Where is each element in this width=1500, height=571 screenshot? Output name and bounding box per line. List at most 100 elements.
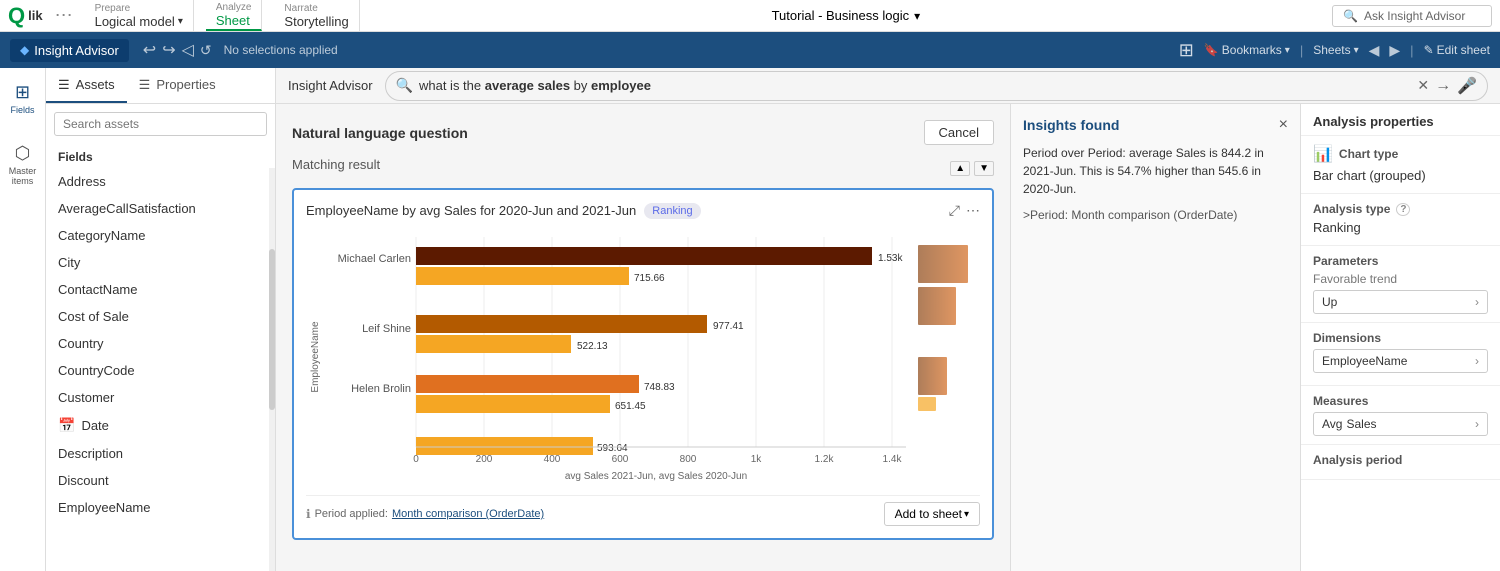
toolbar-refresh-btn[interactable]: ↺	[200, 42, 212, 59]
cancel-btn[interactable]: Cancel	[924, 120, 994, 145]
toolbar2: ◆ Insight Advisor ↩ ↪ ◁ ↺ No selections …	[0, 32, 1500, 68]
top-nav: Q lik ⋯ Prepare Logical model ▾ Analyze …	[0, 0, 1500, 32]
ia-search-text[interactable]: what is the average sales by employee	[419, 78, 1411, 93]
chart-footer: ℹ Period applied: Month comparison (Orde…	[306, 495, 980, 526]
dimension-row[interactable]: EmployeeName ›	[1313, 349, 1488, 373]
nav-dots-btn[interactable]: ⋯	[55, 5, 73, 26]
dimensions-label: Dimensions	[1313, 331, 1488, 345]
sheets-dropdown-icon: ▾	[1354, 45, 1359, 56]
grid-view-btn[interactable]: ⊞	[1179, 40, 1194, 61]
field-name-contact: ContactName	[58, 282, 137, 297]
chart-expand-btn[interactable]: ⤢	[949, 202, 960, 219]
prepare-label: Prepare	[95, 3, 183, 14]
scroll-down-btn[interactable]: ▼	[974, 161, 994, 176]
chart-card: EmployeeName by avg Sales for 2020-Jun a…	[292, 188, 994, 540]
field-name-city: City	[58, 255, 80, 270]
qlik-logo: Q lik	[8, 5, 43, 27]
svg-text:1.53k: 1.53k	[878, 253, 903, 264]
analyze-section[interactable]: Analyze Sheet	[206, 0, 263, 31]
list-item[interactable]: Address	[46, 168, 275, 195]
chart-type-section: 📊 Chart type Bar chart (grouped)	[1301, 136, 1500, 194]
assets-tab-label: Assets	[76, 77, 115, 92]
title-dropdown-icon: ▾	[914, 9, 920, 23]
edit-sheet-label: Edit sheet	[1437, 43, 1490, 57]
center-title-text: Tutorial - Business logic	[772, 8, 910, 23]
chart-area: Natural language question Cancel Matchin…	[276, 104, 1010, 571]
period-applied-value[interactable]: Month comparison (OrderDate)	[392, 508, 544, 520]
parameters-label: Parameters	[1313, 254, 1488, 268]
svg-text:EmployeeName: EmployeeName	[310, 321, 321, 393]
ia-submit-btn[interactable]: →	[1435, 77, 1451, 95]
assets-search	[46, 104, 275, 144]
list-item[interactable]: 📅 Date	[46, 411, 275, 440]
edit-sheet-btn[interactable]: ✎ Edit sheet	[1424, 43, 1490, 57]
assets-tab[interactable]: ☰ Assets	[46, 68, 127, 103]
main-layout: ⊞ Fields ⬡ Master items ☰ Assets ☰ Prope…	[0, 68, 1500, 571]
field-name-costofsale: Cost of Sale	[58, 309, 129, 324]
insights-close-btn[interactable]: ×	[1279, 116, 1288, 134]
prepare-section[interactable]: Prepare Logical model ▾	[85, 0, 194, 31]
ask-insight-btn[interactable]: 🔍 Ask Insight Advisor	[1332, 5, 1492, 27]
properties-tab-icon: ☰	[139, 77, 151, 93]
insights-title: Insights found	[1023, 117, 1119, 133]
ask-insight-label: Ask Insight Advisor	[1364, 9, 1465, 23]
fields-section-label: Fields	[46, 144, 275, 168]
analysis-period-section: Analysis period	[1301, 445, 1500, 480]
sidebar-master-items-btn[interactable]: ⬡ Master items	[0, 137, 45, 192]
sidebar-fields-btn[interactable]: ⊞ Fields	[6, 76, 38, 121]
measure-row[interactable]: Avg Sales ›	[1313, 412, 1488, 436]
add-dropdown-icon: ▾	[964, 509, 969, 520]
field-name-countrycode: CountryCode	[58, 363, 135, 378]
toolbar-undo-btn[interactable]: ↩	[143, 40, 156, 60]
ia-search-bar: 🔍 what is the average sales by employee …	[385, 71, 1488, 101]
insights-panel: Insights found × Period over Period: ave…	[1010, 104, 1300, 571]
insight-advisor-nav-btn[interactable]: ◆ Insight Advisor	[10, 39, 129, 62]
scroll-up-btn[interactable]: ▲	[950, 161, 970, 176]
left-sidebar: ⊞ Fields ⬡ Master items	[0, 68, 46, 571]
list-item[interactable]: Discount	[46, 467, 275, 494]
search-assets-input[interactable]	[54, 112, 267, 136]
favorable-trend-dropdown[interactable]: Up ›	[1313, 290, 1488, 314]
chart-more-btn[interactable]: ⋯	[966, 202, 980, 219]
list-item[interactable]: AverageCallSatisfaction	[46, 195, 275, 222]
ia-mic-btn[interactable]: 🎤	[1457, 76, 1477, 96]
nlq-title: Natural language question	[292, 125, 468, 141]
bar-chart-wrapper: EmployeeName Michael Carlen	[306, 227, 980, 487]
list-item[interactable]: Customer	[46, 384, 275, 411]
svg-text:400: 400	[544, 454, 561, 465]
insights-period-link[interactable]: >Period: Month comparison (OrderDate)	[1023, 206, 1288, 224]
properties-tab[interactable]: ☰ Properties	[127, 68, 228, 103]
help-icon[interactable]: ?	[1396, 203, 1410, 216]
center-title-btn[interactable]: Tutorial - Business logic ▾	[772, 8, 921, 23]
nav-prev-btn[interactable]: ◀	[1369, 42, 1380, 59]
list-item[interactable]: CategoryName	[46, 222, 275, 249]
period-applied: ℹ Period applied: Month comparison (Orde…	[306, 507, 544, 521]
list-item[interactable]: CountryCode	[46, 357, 275, 384]
bookmarks-btn[interactable]: 🔖 Bookmarks ▾	[1204, 43, 1290, 57]
sheets-btn[interactable]: Sheets ▾	[1313, 43, 1358, 57]
toolbar-redo-btn[interactable]: ↪	[162, 40, 175, 60]
period-applied-label: Period applied:	[315, 508, 388, 520]
list-item[interactable]: EmployeeName	[46, 494, 275, 521]
assets-tab-icon: ☰	[58, 77, 70, 93]
list-item[interactable]: Cost of Sale	[46, 303, 275, 330]
toolbar-back-btn[interactable]: ◁	[182, 40, 194, 60]
narrate-section[interactable]: Narrate Storytelling	[274, 0, 359, 31]
list-item[interactable]: Description	[46, 440, 275, 467]
bookmarks-label: Bookmarks	[1222, 43, 1282, 57]
ranking-badge: Ranking	[644, 203, 700, 219]
nav-next-btn[interactable]: ▶	[1389, 42, 1400, 59]
field-name-date: Date	[81, 418, 108, 433]
add-to-sheet-btn[interactable]: Add to sheet ▾	[884, 502, 980, 526]
sheets-label: Sheets	[1313, 43, 1350, 57]
matching-result-label: Matching result	[292, 157, 380, 172]
field-name-category: CategoryName	[58, 228, 145, 243]
assets-panel: ☰ Assets ☰ Properties Fields Address Ave…	[46, 68, 276, 571]
list-item[interactable]: City	[46, 249, 275, 276]
pencil-icon: ✎	[1424, 43, 1434, 57]
bar-chart-svg: EmployeeName Michael Carlen	[306, 227, 916, 487]
field-name-address: Address	[58, 174, 106, 189]
ia-clear-btn[interactable]: ✕	[1417, 77, 1429, 94]
list-item[interactable]: Country	[46, 330, 275, 357]
list-item[interactable]: ContactName	[46, 276, 275, 303]
